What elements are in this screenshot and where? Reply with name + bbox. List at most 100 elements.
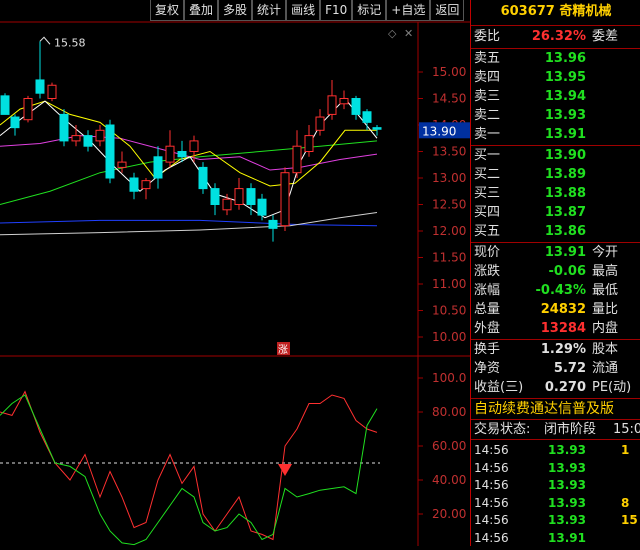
- ma30-line: [0, 140, 378, 205]
- finance-row-0-label2: 股本: [592, 342, 619, 357]
- ma20-line: [0, 135, 378, 171]
- stat-row-2-label: 涨幅: [474, 283, 501, 298]
- stat-row-4: 外盘 13284 内盘: [471, 320, 640, 338]
- tick-price: 13.93: [548, 460, 586, 475]
- ask-row-3-value: 13.93: [544, 108, 586, 123]
- bid-row-0: 买一 13.90: [471, 147, 640, 165]
- candle-body: [304, 135, 314, 153]
- kline-chart-area[interactable]: 15.0014.5014.0013.5013.0012.5012.0011.50…: [0, 0, 470, 546]
- stat-row-0: 现价 13.91 今开: [471, 244, 640, 262]
- stock-header[interactable]: 603677 奇精机械: [471, 0, 640, 24]
- kline-chart[interactable]: 15.0014.5014.0013.5013.0012.5012.0011.50…: [0, 0, 470, 546]
- ask-row-4-label: 卖一: [474, 127, 501, 142]
- bid-row-0-label: 买一: [474, 148, 501, 163]
- ask-row-1: 卖四 13.95: [471, 69, 640, 87]
- stat-row-2-label2: 最低: [592, 283, 619, 298]
- finance-row-2: 收益(三) 0.270 PE(动): [471, 379, 640, 397]
- toolbar-btn-2[interactable]: 多股: [218, 0, 253, 21]
- indicator-line-green: [0, 394, 378, 546]
- ask-row-2: 卖三 13.94: [471, 88, 640, 106]
- candle-body: [177, 151, 187, 158]
- ask-row-3-label: 卖二: [474, 108, 501, 123]
- diamond-icon: ◇: [388, 27, 397, 40]
- toolbar-btn-4[interactable]: 画线: [286, 0, 321, 21]
- candle-body: [292, 145, 302, 174]
- candle-body: [362, 111, 372, 123]
- bid-row-1-value: 13.89: [544, 167, 586, 182]
- indicator-line-red: [0, 390, 378, 541]
- high-marker: [39, 36, 51, 45]
- trade-status-value: 闭市阶段: [544, 422, 597, 437]
- tick-time: 14:56: [474, 460, 509, 475]
- candle-body: [10, 116, 20, 129]
- toolbar-btn-5[interactable]: F10: [320, 0, 353, 21]
- banner-link[interactable]: 自动续费通达信普及版: [471, 400, 640, 418]
- ask-row-0-value: 13.96: [544, 51, 586, 66]
- bid-row-4-value: 13.86: [544, 224, 586, 239]
- candle-body: [71, 135, 81, 142]
- bid-row-2: 买三 13.88: [471, 185, 640, 203]
- candle-body: [327, 95, 337, 115]
- tick-price: 13.93: [548, 513, 586, 527]
- stat-row-0-value: 13.91: [544, 245, 586, 260]
- tick-price: 13.93: [548, 478, 586, 492]
- high-price-label: 15.58: [54, 36, 86, 49]
- price-axis-label: 11.50: [432, 251, 466, 265]
- stat-row-1-label: 涨跌: [474, 264, 501, 279]
- ask-row-2-value: 13.94: [544, 89, 586, 104]
- candle-body: [198, 166, 208, 190]
- trade-status-label: 交易状态:: [474, 422, 531, 437]
- ask-row-2-label: 卖三: [474, 89, 501, 104]
- toolbar-btn-0[interactable]: 复权: [150, 0, 185, 21]
- tick-row: 14:56 13.93: [471, 459, 640, 477]
- finance-row-1-value: 5.72: [553, 361, 586, 376]
- stat-row-0-label: 现价: [474, 245, 501, 260]
- toolbar-btn-6[interactable]: 标记: [352, 0, 387, 21]
- candle-body: [351, 98, 361, 115]
- tick-time: 14:56: [474, 478, 509, 492]
- tick-row: 14:56 13.93 8: [471, 494, 640, 512]
- candle-body: [257, 198, 267, 216]
- toolbar-btn-7[interactable]: +自选: [386, 0, 431, 21]
- candle-body: [339, 98, 349, 105]
- candle-body: [210, 188, 220, 206]
- indicator-axis-label: 40.00: [432, 473, 466, 487]
- bid-row-1: 买二 13.89: [471, 166, 640, 184]
- candle-body: [59, 113, 69, 142]
- candle-body: [280, 172, 290, 227]
- tick-row: 14:56 13.93: [471, 476, 640, 494]
- price-axis-label: 12.00: [432, 224, 466, 238]
- stock-code: 603677: [500, 4, 555, 19]
- candle-body: [0, 95, 10, 115]
- indicator-axis-label: 80.00: [432, 405, 466, 419]
- toolbar-btn-1[interactable]: 叠加: [184, 0, 219, 21]
- bid-row-4-label: 买五: [474, 224, 501, 239]
- price-axis-label: 13.00: [432, 171, 466, 185]
- candle-body: [268, 219, 278, 229]
- ma60-line: [0, 211, 378, 236]
- bid-row-4: 买五 13.86: [471, 223, 640, 241]
- tick-volume: 1: [621, 443, 630, 457]
- stat-row-0-label2: 今开: [592, 245, 619, 260]
- finance-row-0-label: 换手: [474, 342, 501, 357]
- candle-body: [83, 135, 93, 147]
- rise-marker: 涨: [278, 344, 288, 356]
- candle-body: [105, 124, 115, 179]
- candle-body: [189, 140, 199, 152]
- candle-body: [95, 129, 105, 142]
- stat-row-1-label2: 最高: [592, 264, 619, 279]
- price-axis-label: 10.00: [432, 330, 466, 344]
- candle-body: [117, 161, 127, 168]
- candle-body: [23, 98, 33, 121]
- price-axis-label: 12.50: [432, 198, 466, 212]
- tick-price: 13.93: [548, 443, 586, 457]
- bid-row-3-label: 买四: [474, 205, 501, 220]
- ask-row-0-label: 卖五: [474, 51, 501, 66]
- toolbar-btn-3[interactable]: 统计: [252, 0, 287, 21]
- bid-row-1-label: 买二: [474, 167, 501, 182]
- candle-body: [372, 127, 382, 130]
- candle-body: [165, 145, 175, 163]
- toolbar-btn-8[interactable]: 返回: [430, 0, 465, 21]
- tick-time: 14:56: [474, 443, 509, 457]
- stat-row-2-value: -0.43%: [535, 283, 587, 298]
